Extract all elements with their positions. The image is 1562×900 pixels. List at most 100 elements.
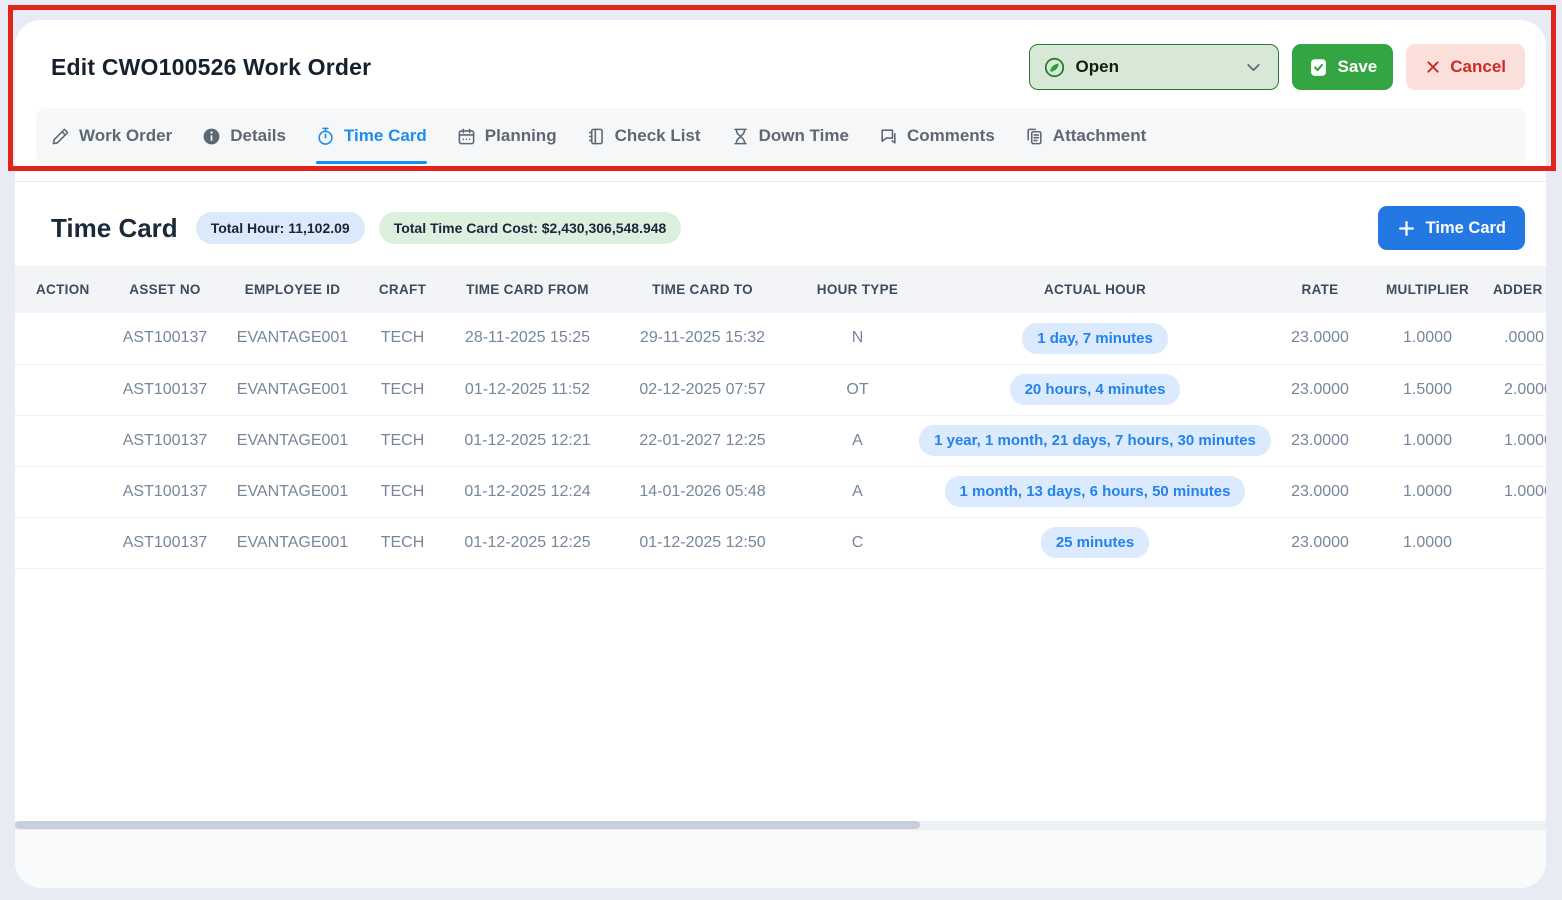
- action-cell: [15, 415, 100, 466]
- tab-label-down-time: Down Time: [759, 126, 849, 146]
- craft-cell: TECH: [355, 415, 450, 466]
- actual-hour-cell: 1 day, 7 minutes: [915, 313, 1275, 364]
- asset-no-cell: AST100137: [100, 415, 230, 466]
- actual-hour-cell: 1 year, 1 month, 21 days, 7 hours, 30 mi…: [915, 415, 1275, 466]
- craft-cell: TECH: [355, 466, 450, 517]
- column-header-craft: CRAFT: [355, 266, 450, 313]
- actual-hour-pill: 1 day, 7 minutes: [1022, 323, 1168, 354]
- save-button[interactable]: Save: [1292, 44, 1394, 90]
- adder-cell: 2.0000: [1490, 364, 1546, 415]
- employee-id-cell: EVANTAGE001: [230, 517, 355, 568]
- action-cell: [15, 364, 100, 415]
- employee-id-cell: EVANTAGE001: [230, 415, 355, 466]
- multiplier-cell: 1.0000: [1365, 466, 1490, 517]
- rate-cell: 23.0000: [1275, 517, 1365, 568]
- tab-planning[interactable]: Planning: [457, 108, 557, 164]
- tab-label-comments: Comments: [907, 126, 995, 146]
- cancel-button-label: Cancel: [1450, 57, 1506, 77]
- page-title: Edit CWO100526 Work Order: [36, 54, 371, 81]
- time-card-from-cell: 01-12-2025 12:24: [450, 466, 605, 517]
- hour-type-cell: A: [800, 466, 915, 517]
- header-actions: Open Save Cancel: [1029, 44, 1525, 90]
- hour-type-cell: C: [800, 517, 915, 568]
- status-label: Open: [1076, 57, 1232, 77]
- time-card-to-cell: 02-12-2025 07:57: [605, 364, 800, 415]
- asset-no-cell: AST100137: [100, 517, 230, 568]
- hour-type-cell: A: [800, 415, 915, 466]
- action-cell: [15, 517, 100, 568]
- horizontal-scrollbar-track[interactable]: [15, 821, 1546, 829]
- close-icon: [1425, 59, 1441, 75]
- craft-cell: TECH: [355, 517, 450, 568]
- tab-label-work-order: Work Order: [79, 126, 172, 146]
- column-header-multiplier: MULTIPLIER: [1365, 266, 1490, 313]
- status-select[interactable]: Open: [1029, 44, 1279, 90]
- time-card-from-cell: 01-12-2025 12:25: [450, 517, 605, 568]
- tab-label-check-list: Check List: [615, 126, 701, 146]
- adder-cell: 1.0000: [1490, 466, 1546, 517]
- rate-cell: 23.0000: [1275, 364, 1365, 415]
- calendar-icon: [457, 127, 476, 146]
- multiplier-cell: 1.0000: [1365, 415, 1490, 466]
- table-header-row: ACTIONASSET NOEMPLOYEE IDCRAFTTIME CARD …: [15, 266, 1546, 313]
- time-card-to-cell: 22-01-2027 12:25: [605, 415, 800, 466]
- actual-hour-pill: 25 minutes: [1041, 527, 1149, 558]
- time-card-from-cell: 01-12-2025 12:21: [450, 415, 605, 466]
- pen-icon: [51, 127, 70, 146]
- time-card-section-header: Time Card Total Hour: 11,102.09 Total Ti…: [15, 182, 1546, 266]
- add-time-card-button[interactable]: Time Card: [1378, 206, 1525, 250]
- actual-hour-cell: 20 hours, 4 minutes: [915, 364, 1275, 415]
- hour-type-cell: N: [800, 313, 915, 364]
- employee-id-cell: EVANTAGE001: [230, 313, 355, 364]
- adder-cell: .0000: [1490, 313, 1546, 364]
- tab-comments[interactable]: Comments: [879, 108, 995, 164]
- work-order-card: Edit CWO100526 Work Order Open Save Canc…: [15, 20, 1546, 888]
- table-row: AST100137 EVANTAGE001 TECH 01-12-2025 12…: [15, 466, 1546, 517]
- tab-bar: Work Order Details Time Card Planning Ch…: [36, 108, 1525, 164]
- time-card-to-cell: 14-01-2026 05:48: [605, 466, 800, 517]
- employee-id-cell: EVANTAGE001: [230, 364, 355, 415]
- column-header-rate: RATE: [1275, 266, 1365, 313]
- leaf-icon: [1044, 57, 1065, 78]
- section-title: Time Card: [51, 213, 178, 244]
- plus-icon: [1397, 219, 1416, 238]
- action-cell: [15, 466, 100, 517]
- notebook-icon: [587, 127, 606, 146]
- tab-work-order[interactable]: Work Order: [51, 108, 172, 164]
- multiplier-cell: 1.5000: [1365, 364, 1490, 415]
- column-header-employee-id: EMPLOYEE ID: [230, 266, 355, 313]
- tab-time-card[interactable]: Time Card: [316, 108, 427, 164]
- cancel-button[interactable]: Cancel: [1406, 44, 1525, 90]
- tab-details[interactable]: Details: [202, 108, 286, 164]
- total-cost-badge: Total Time Card Cost: $2,430,306,548.948: [379, 212, 682, 244]
- table-row: AST100137 EVANTAGE001 TECH 28-11-2025 15…: [15, 313, 1546, 364]
- check-icon: [1308, 57, 1329, 78]
- save-button-label: Save: [1338, 57, 1378, 77]
- card-header: Edit CWO100526 Work Order Open Save Canc…: [15, 20, 1546, 100]
- chat-icon: [879, 127, 898, 146]
- column-header-time-card-from: TIME CARD FROM: [450, 266, 605, 313]
- actual-hour-cell: 25 minutes: [915, 517, 1275, 568]
- column-header-time-card-to: TIME CARD TO: [605, 266, 800, 313]
- time-card-table: ACTIONASSET NOEMPLOYEE IDCRAFTTIME CARD …: [15, 266, 1546, 569]
- craft-cell: TECH: [355, 313, 450, 364]
- actual-hour-pill: 20 hours, 4 minutes: [1010, 374, 1181, 405]
- adder-cell: 1.0000: [1490, 415, 1546, 466]
- chevron-down-icon: [1243, 57, 1264, 78]
- tab-check-list[interactable]: Check List: [587, 108, 701, 164]
- multiplier-cell: 1.0000: [1365, 517, 1490, 568]
- tab-attachment[interactable]: Attachment: [1025, 108, 1147, 164]
- table-row: AST100137 EVANTAGE001 TECH 01-12-2025 12…: [15, 415, 1546, 466]
- tab-label-details: Details: [230, 126, 286, 146]
- column-header-adder: ADDER: [1490, 266, 1546, 313]
- tab-label-time-card: Time Card: [344, 126, 427, 146]
- time-card-to-cell: 29-11-2025 15:32: [605, 313, 800, 364]
- hour-type-cell: OT: [800, 364, 915, 415]
- tab-down-time[interactable]: Down Time: [731, 108, 849, 164]
- asset-no-cell: AST100137: [100, 466, 230, 517]
- horizontal-scrollbar-thumb[interactable]: [15, 821, 920, 829]
- rate-cell: 23.0000: [1275, 466, 1365, 517]
- column-header-actual-hour: ACTUAL HOUR: [915, 266, 1275, 313]
- asset-no-cell: AST100137: [100, 313, 230, 364]
- total-hour-badge: Total Hour: 11,102.09: [196, 212, 365, 244]
